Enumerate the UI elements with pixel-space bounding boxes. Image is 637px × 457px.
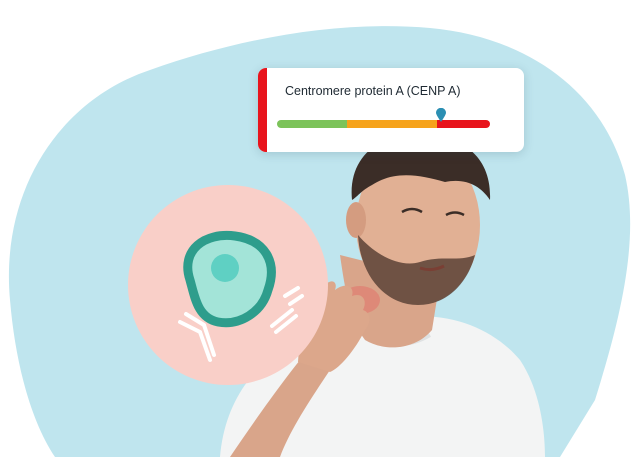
hero-illustration-scene: Centromere protein A (CENP A)	[0, 0, 637, 457]
cell-badge	[128, 185, 328, 385]
card-accent-bar	[258, 68, 267, 152]
nucleus-icon	[211, 254, 239, 282]
range-segment	[277, 120, 348, 128]
biomarker-card: Centromere protein A (CENP A)	[258, 68, 524, 152]
range-bar	[277, 120, 490, 128]
range-segment	[347, 120, 437, 128]
biomarker-title: Centromere protein A (CENP A)	[285, 84, 461, 98]
location-pin-icon	[436, 108, 446, 122]
